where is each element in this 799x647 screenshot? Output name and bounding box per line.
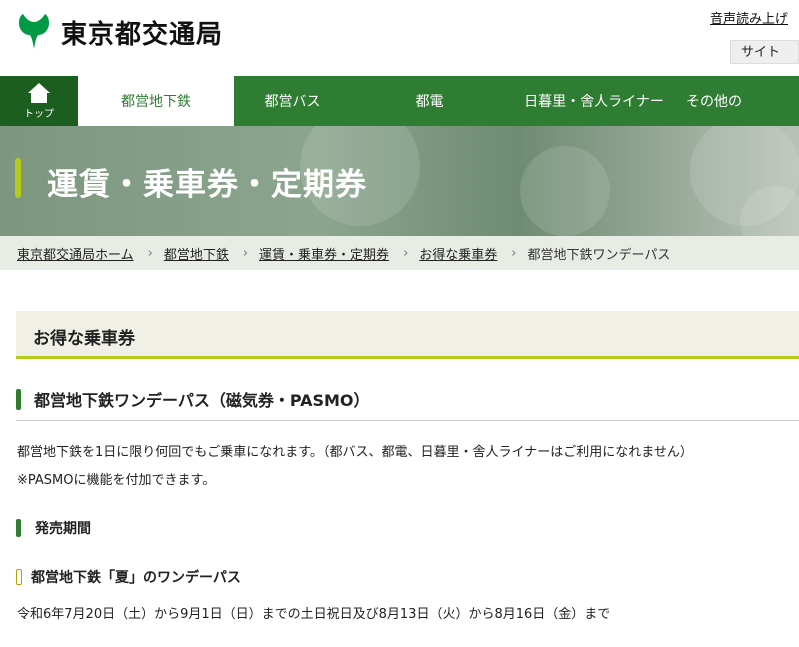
- nav-item-liner[interactable]: 日暮里・舎人ライナー: [508, 76, 680, 126]
- heading-marker: [16, 569, 22, 585]
- summary-pass-heading-text: 都営地下鉄「夏」のワンデーパス: [31, 570, 241, 586]
- heading-divider: [16, 420, 799, 421]
- breadcrumb: 東京都交通局ホーム › 都営地下鉄 › 運賃・乗車券・定期券 › お得な乗車券 …: [0, 236, 799, 270]
- logo-text: 東京都交通局: [61, 19, 224, 50]
- global-nav: トップ 都営地下鉄 都営バス 都電 日暮里・舎人ライナー その他の: [0, 76, 799, 126]
- nav-item-bus[interactable]: 都営バス: [234, 76, 351, 126]
- nav-home[interactable]: トップ: [0, 76, 78, 126]
- page-banner: 運賃・乗車券・定期券: [0, 126, 799, 236]
- home-icon: [28, 83, 50, 103]
- sales-period-heading: 発売期間: [16, 518, 91, 538]
- nav-item-other[interactable]: その他の: [680, 76, 799, 126]
- page-title: 運賃・乗車券・定期券: [47, 167, 367, 203]
- ginkgo-logo-icon: [19, 14, 49, 49]
- section-header: お得な乗車券: [16, 311, 799, 359]
- summary-pass-heading: 都営地下鉄「夏」のワンデーパス: [16, 567, 241, 587]
- sitemap-button[interactable]: サイト: [730, 40, 799, 64]
- breadcrumb-link-subway[interactable]: 都営地下鉄: [164, 244, 229, 263]
- breadcrumb-link-home[interactable]: 東京都交通局ホーム: [17, 244, 134, 263]
- article-heading-text: 都営地下鉄ワンデーパス（磁気券・PASMO）: [34, 391, 370, 410]
- nav-home-label: トップ: [24, 109, 54, 120]
- breadcrumb-link-fares[interactable]: 運賃・乗車券・定期券: [259, 244, 389, 263]
- article-heading: 都営地下鉄ワンデーパス（磁気券・PASMO）: [16, 387, 370, 411]
- chevron-right-icon: ›: [403, 245, 409, 261]
- chevron-right-icon: ›: [511, 245, 517, 261]
- nav-item-subway[interactable]: 都営地下鉄: [78, 76, 234, 126]
- heading-marker: [16, 519, 21, 537]
- section-title: お得な乗車券: [33, 329, 135, 349]
- chevron-right-icon: ›: [242, 245, 249, 261]
- site-logo[interactable]: 東京都交通局: [17, 13, 223, 51]
- sales-period-text: 令和6年7月20日（土）から9月1日（日）までの土日祝日及び8月13日（火）から…: [17, 607, 611, 622]
- heading-marker: [16, 388, 21, 410]
- voice-readout-link[interactable]: 音声読み上げ: [710, 8, 788, 27]
- banner-accent-bar: [15, 158, 21, 198]
- breadcrumb-current: 都営地下鉄ワンデーパス: [527, 247, 671, 263]
- site-header: 東京都交通局 音声読み上げ サイト: [0, 0, 799, 76]
- sales-period-heading-text: 発売期間: [35, 521, 91, 537]
- article-paragraph: 都営地下鉄を1日に限り何回でもご乗車になれます。（都バス、都電、日暮里・舎人ライ…: [17, 445, 693, 460]
- article-note: ※PASMOに機能を付加できます。: [17, 473, 216, 488]
- nav-item-tram[interactable]: 都電: [351, 76, 508, 126]
- chevron-right-icon: ›: [147, 245, 153, 261]
- banner-bokeh: [520, 146, 610, 236]
- breadcrumb-link-discount-tickets[interactable]: お得な乗車券: [419, 244, 497, 263]
